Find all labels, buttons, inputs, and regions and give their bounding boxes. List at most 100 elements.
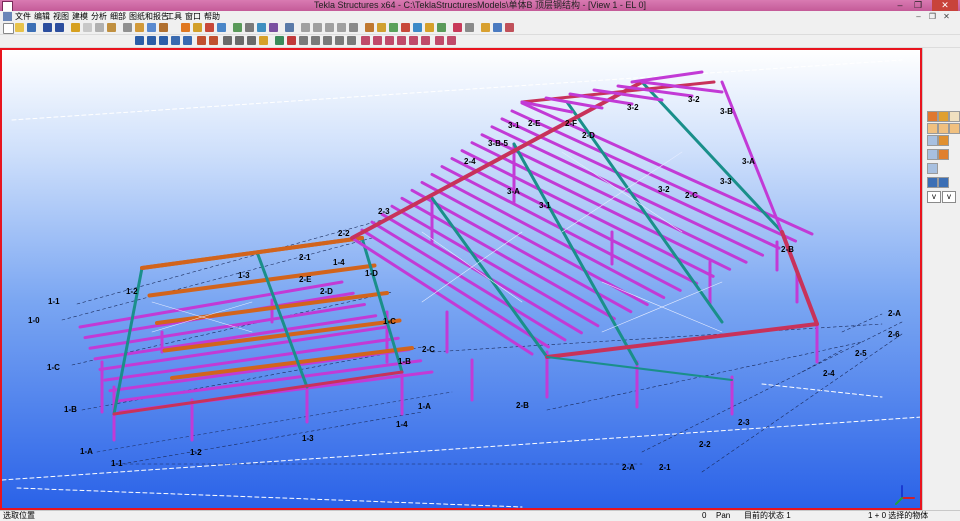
select-grid-icon[interactable] xyxy=(927,149,938,160)
clip-icon[interactable] xyxy=(285,23,294,32)
catalog-icon[interactable] xyxy=(181,23,190,32)
minimize-button[interactable]: – xyxy=(892,0,908,11)
line-icon[interactable] xyxy=(325,23,334,32)
select-bolt-icon[interactable] xyxy=(938,135,949,146)
weld-icon[interactable] xyxy=(287,36,296,45)
drawing-icon[interactable] xyxy=(135,23,144,32)
polybeam-icon[interactable] xyxy=(159,36,168,45)
circle-icon[interactable] xyxy=(337,23,346,32)
view-list-icon[interactable] xyxy=(123,23,132,32)
mdi-restore-button[interactable]: ❐ xyxy=(928,12,937,21)
chamfer-icon[interactable] xyxy=(323,36,332,45)
split-icon[interactable] xyxy=(335,36,344,45)
view-icon[interactable] xyxy=(493,23,502,32)
menu-modeling[interactable]: 建模 xyxy=(72,11,88,22)
select-part-icon[interactable] xyxy=(938,111,949,122)
rebar-icon[interactable] xyxy=(275,36,284,45)
snap-center-icon[interactable] xyxy=(435,36,444,45)
pad-footing-icon[interactable] xyxy=(223,36,232,45)
paste-icon[interactable] xyxy=(95,23,104,32)
plate-icon[interactable] xyxy=(197,36,206,45)
snap-icon[interactable] xyxy=(257,23,266,32)
grid-icon[interactable] xyxy=(301,23,310,32)
close-button[interactable]: ✕ xyxy=(932,0,958,11)
label-icon[interactable] xyxy=(425,23,434,32)
slab-icon[interactable] xyxy=(209,36,218,45)
check-icon[interactable] xyxy=(233,23,242,32)
mdi-minimize-button[interactable]: – xyxy=(914,12,923,21)
render-icon[interactable] xyxy=(481,23,490,32)
menu-detailing[interactable]: 细部 xyxy=(110,11,126,22)
marker-icon[interactable] xyxy=(377,23,386,32)
bolt-icon[interactable] xyxy=(217,23,226,32)
snap-any-icon[interactable] xyxy=(447,36,456,45)
structure-model[interactable]: 3-2 3-2 3-B 3-1 2-E 2-F 2-D 3-B-5 2-4 3-A 3-3 3-1 2-… xyxy=(2,50,920,508)
menu-drawings[interactable]: 图纸和报告 xyxy=(129,11,169,22)
connection-icon[interactable] xyxy=(389,23,398,32)
material-icon[interactable] xyxy=(205,23,214,32)
options-icon[interactable] xyxy=(465,23,474,32)
numbering-icon[interactable] xyxy=(159,23,168,32)
plane-icon[interactable] xyxy=(349,23,358,32)
open-icon[interactable] xyxy=(15,23,24,32)
panel-icon[interactable] xyxy=(259,36,268,45)
profile-icon[interactable] xyxy=(193,23,202,32)
redo-icon[interactable] xyxy=(55,23,64,32)
combine-icon[interactable] xyxy=(347,36,356,45)
beam-icon[interactable] xyxy=(147,36,156,45)
selection-switch-dropdown[interactable]: v xyxy=(942,191,956,203)
select-component-icon[interactable] xyxy=(938,177,949,188)
new-icon[interactable] xyxy=(3,23,14,34)
snap-intersect-icon[interactable] xyxy=(385,36,394,45)
mdi-close-button[interactable]: ✕ xyxy=(942,12,951,21)
fitting-icon[interactable] xyxy=(311,36,320,45)
properties-icon[interactable] xyxy=(107,23,116,32)
brace-icon[interactable] xyxy=(183,36,192,45)
snap-mid-icon[interactable] xyxy=(373,36,382,45)
measure-icon[interactable] xyxy=(245,23,254,32)
select-line-icon[interactable] xyxy=(938,123,949,134)
column-icon[interactable] xyxy=(135,36,144,45)
document-icon[interactable] xyxy=(3,12,12,21)
clash-icon[interactable] xyxy=(453,23,462,32)
menu-view[interactable]: 视图 xyxy=(53,11,69,22)
point-icon[interactable] xyxy=(313,23,322,32)
menu-edit[interactable]: 编辑 xyxy=(34,11,50,22)
menu-window[interactable]: 窗口 xyxy=(185,11,201,22)
select-reference-icon[interactable] xyxy=(938,149,949,160)
copy-icon[interactable] xyxy=(83,23,92,32)
model-view[interactable]: 3-2 3-2 3-B 3-1 2-E 2-F 2-D 3-B-5 2-4 3-A 3-3 3-1 2-… xyxy=(0,48,922,510)
grid-label: 2-3 xyxy=(738,418,750,427)
snap-line-icon[interactable] xyxy=(409,36,418,45)
snap-free-icon[interactable] xyxy=(421,36,430,45)
select-object-icon[interactable] xyxy=(927,177,938,188)
save-icon[interactable] xyxy=(27,23,36,32)
snap-perp-icon[interactable] xyxy=(397,36,406,45)
menu-tools[interactable]: 工具 xyxy=(166,11,182,22)
web-icon[interactable] xyxy=(505,23,514,32)
menu-help[interactable]: 帮助 xyxy=(204,11,220,22)
curved-beam-icon[interactable] xyxy=(171,36,180,45)
select-surface-icon[interactable] xyxy=(949,111,960,122)
report-icon[interactable] xyxy=(147,23,156,32)
filter-icon[interactable] xyxy=(437,23,446,32)
select-all-icon[interactable] xyxy=(927,111,938,122)
select-icon[interactable] xyxy=(269,23,278,32)
select-assembly-icon[interactable] xyxy=(927,163,938,174)
strip-footing-icon[interactable] xyxy=(235,36,244,45)
menu-file[interactable]: 文件 xyxy=(15,11,31,22)
cut-icon[interactable] xyxy=(299,36,308,45)
select-point-icon[interactable] xyxy=(927,123,938,134)
restore-button[interactable]: ❐ xyxy=(910,0,926,11)
select-weld-icon[interactable] xyxy=(927,135,938,146)
menu-analysis[interactable]: 分析 xyxy=(91,11,107,22)
component-icon[interactable] xyxy=(401,23,410,32)
macro-icon[interactable] xyxy=(413,23,422,32)
snap-end-icon[interactable] xyxy=(361,36,370,45)
workarea-icon[interactable] xyxy=(365,23,374,32)
open-model-icon[interactable] xyxy=(71,23,80,32)
concrete-beam-icon[interactable] xyxy=(247,36,256,45)
undo-icon[interactable] xyxy=(43,23,52,32)
selection-filter-dropdown[interactable]: v xyxy=(927,191,941,203)
select-plane-icon[interactable] xyxy=(949,123,960,134)
